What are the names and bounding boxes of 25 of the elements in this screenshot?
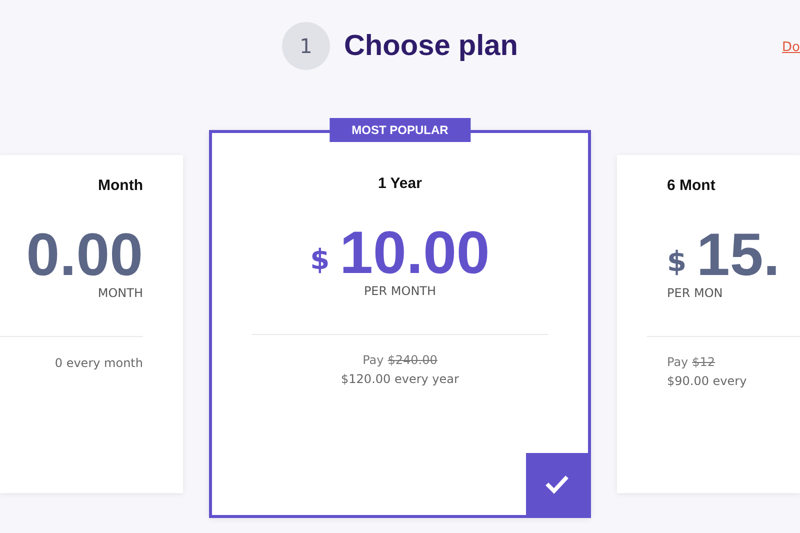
price-period: MONTH: [98, 286, 143, 300]
pay-label: Pay: [667, 355, 688, 369]
pay-label: Pay: [362, 353, 384, 367]
step-number: 1: [282, 22, 330, 70]
price: 15.: [696, 224, 780, 286]
billing-text: $120.00 every year: [341, 372, 459, 386]
plan-name: Month: [98, 177, 143, 194]
plan-card[interactable]: Month 0.00 MONTH 0 every month: [0, 155, 183, 493]
currency-sign: $: [667, 244, 686, 278]
plan-card[interactable]: 6 Mont $ 15. PER MON Pay $12 $90.00 every: [617, 155, 800, 493]
plan-name: 1 Year: [378, 175, 422, 192]
popular-badge: MOST POPULAR: [330, 118, 470, 142]
step-title: Choose plan: [344, 30, 518, 62]
billing-text: 0 every month: [54, 356, 143, 370]
old-price: $240.00: [388, 353, 438, 367]
check-icon: [526, 453, 588, 515]
price-period: PER MONTH: [364, 284, 436, 298]
old-price: $12: [692, 355, 716, 369]
link[interactable]: Do: [782, 40, 800, 55]
billing-text: $90.00 every: [667, 374, 747, 388]
plan-name: 6 Mont: [667, 177, 716, 194]
currency-sign: $: [310, 242, 330, 276]
price: 0.00: [26, 224, 143, 286]
price: 10.00: [340, 222, 490, 284]
price-period: PER MON: [667, 286, 723, 300]
